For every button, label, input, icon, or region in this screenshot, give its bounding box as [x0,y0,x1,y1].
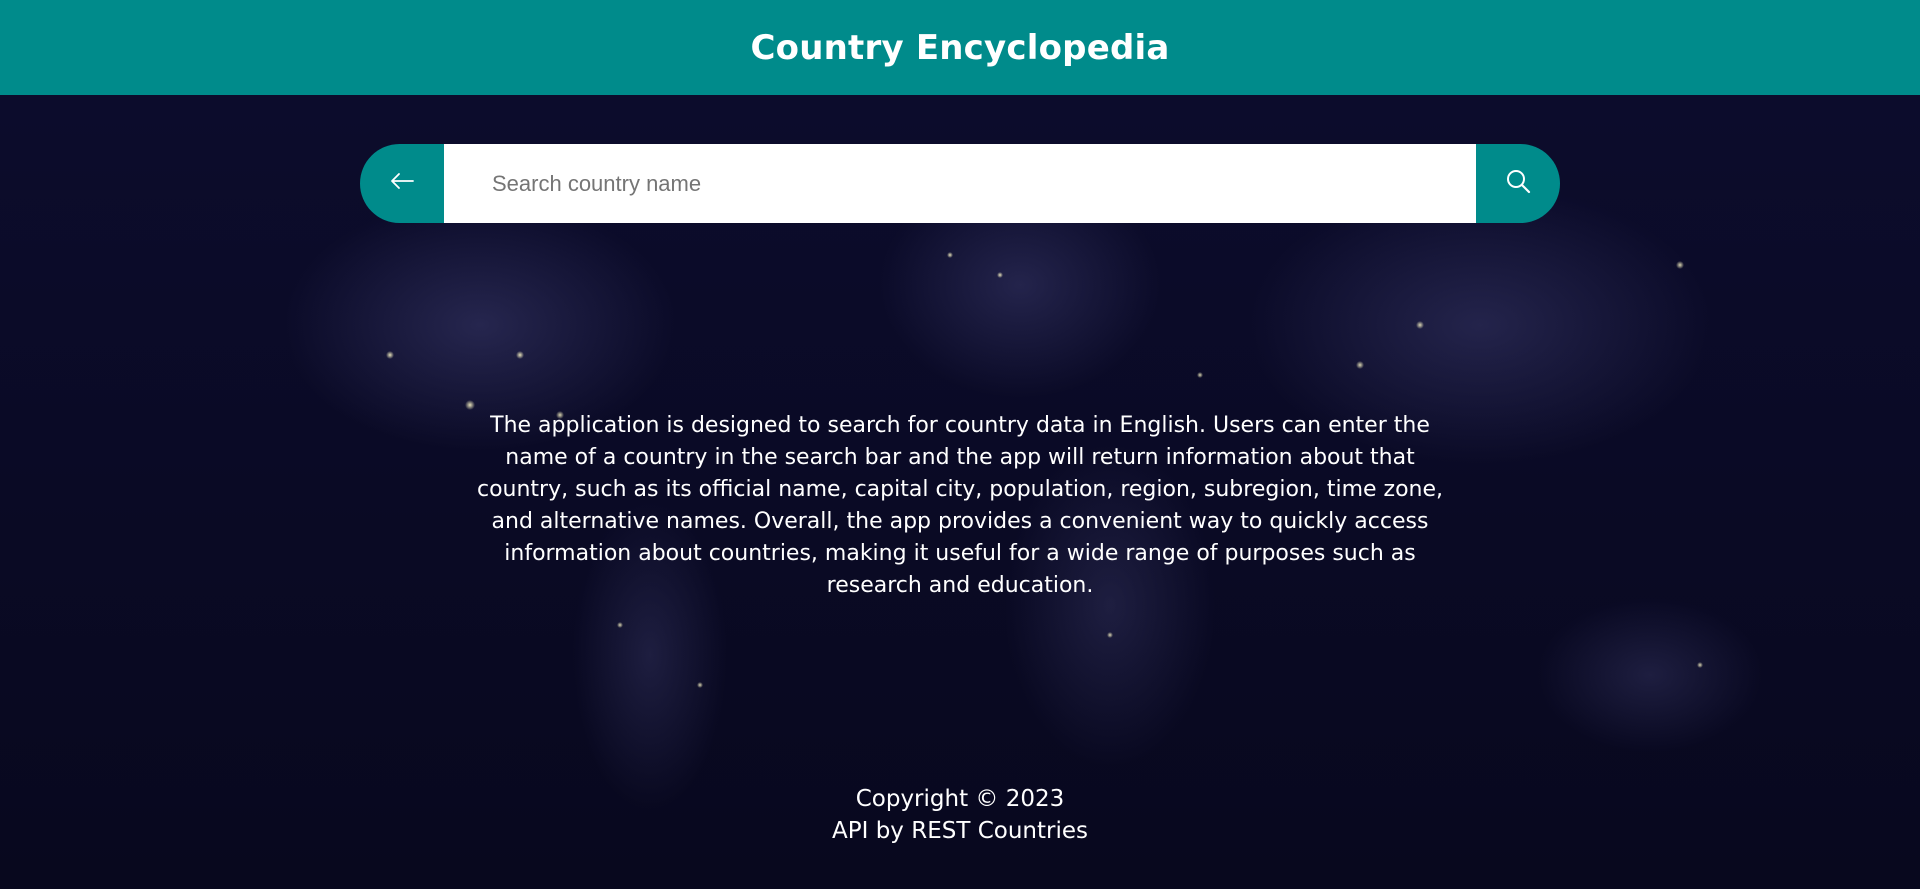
search-button[interactable] [1476,144,1560,223]
app-header: Country Encyclopedia [0,0,1920,95]
footer: Copyright © 2023 API by REST Countries [0,783,1920,847]
search-bar [360,144,1560,223]
page-title: Country Encyclopedia [750,27,1170,68]
arrow-left-icon [389,172,415,195]
search-input[interactable] [444,144,1476,223]
app-description: The application is designed to search fo… [476,413,1444,598]
back-button[interactable] [360,144,444,223]
copyright-text: Copyright © 2023 [855,786,1065,812]
api-credit-text: API by REST Countries [832,818,1088,844]
search-icon [1505,168,1531,199]
